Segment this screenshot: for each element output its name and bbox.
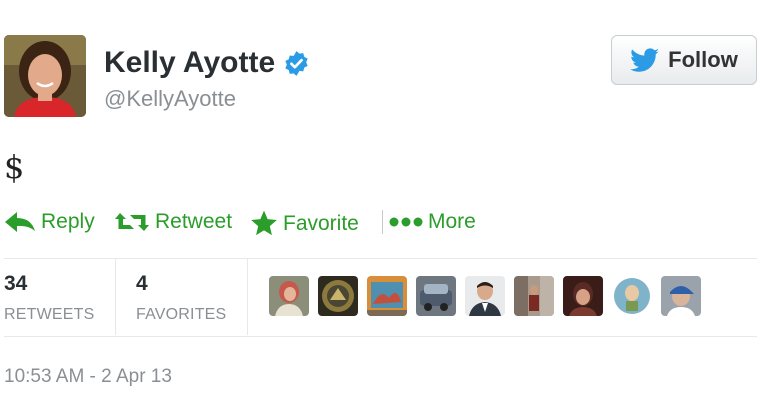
reply-button[interactable]: Reply [4, 210, 95, 234]
retweet-label: Retweet [155, 210, 233, 233]
profile-photo-icon [4, 35, 86, 117]
retweet-button[interactable]: Retweet [114, 210, 232, 234]
favorites-stat[interactable]: 4 FAVORITES [136, 272, 226, 324]
user-avatar-man-icon [563, 276, 603, 316]
tweet-timestamp[interactable]: 10:53 AM - 2 Apr 13 [4, 366, 172, 388]
profile-avatar[interactable] [4, 35, 86, 117]
user-avatar-seal-icon [318, 276, 358, 316]
more-button[interactable]: More [382, 210, 476, 234]
user-avatar-cap-icon [661, 276, 701, 316]
divider-bottom [4, 336, 757, 337]
favoriter-avatar[interactable] [514, 276, 554, 316]
retweets-stat[interactable]: 34 RETWEETS [4, 272, 95, 324]
favoriter-avatar[interactable] [661, 276, 701, 316]
follow-button-label: Follow [668, 47, 738, 72]
profile-name-text[interactable]: Kelly Ayotte [104, 46, 275, 80]
profile-handle[interactable]: @KellyAyotte [104, 86, 236, 112]
verified-badge-icon [285, 50, 308, 76]
favoriter-avatar[interactable] [318, 276, 358, 316]
star-icon [251, 210, 277, 236]
favorite-label: Favorite [283, 211, 359, 235]
follow-button[interactable]: Follow [611, 35, 757, 85]
twitter-bird-icon [630, 48, 660, 72]
favoriter-avatar[interactable] [416, 276, 456, 316]
favoriter-avatar[interactable] [465, 276, 505, 316]
stats-separator-2 [247, 259, 248, 335]
more-label: More [428, 210, 476, 233]
retweets-label: RETWEETS [4, 306, 95, 323]
more-dots-icon [389, 217, 423, 227]
divider-top [4, 258, 757, 259]
reply-arrow-icon [5, 212, 35, 232]
favorites-label: FAVORITES [136, 306, 227, 323]
user-avatar-car-icon [416, 276, 456, 316]
favoriter-avatar[interactable] [612, 276, 652, 316]
user-avatar-woman-icon [269, 276, 309, 316]
stats-separator [115, 259, 116, 335]
reply-label: Reply [41, 210, 95, 233]
favorite-button[interactable]: Favorite [250, 210, 359, 237]
profile-name[interactable]: Kelly Ayotte [104, 46, 310, 80]
retweet-icon [115, 213, 149, 231]
favoriter-avatar[interactable] [563, 276, 603, 316]
favoriters-list [269, 276, 701, 316]
user-avatar-art-icon [367, 276, 407, 316]
user-avatar-cartoon-icon [612, 276, 652, 316]
favoriter-avatar[interactable] [269, 276, 309, 316]
favoriter-avatar[interactable] [367, 276, 407, 316]
retweets-count: 34 [4, 272, 28, 295]
user-avatar-street-icon [514, 276, 554, 316]
favorites-count: 4 [136, 272, 148, 295]
tweet-text: $ [4, 148, 25, 186]
user-avatar-suit-icon [465, 276, 505, 316]
